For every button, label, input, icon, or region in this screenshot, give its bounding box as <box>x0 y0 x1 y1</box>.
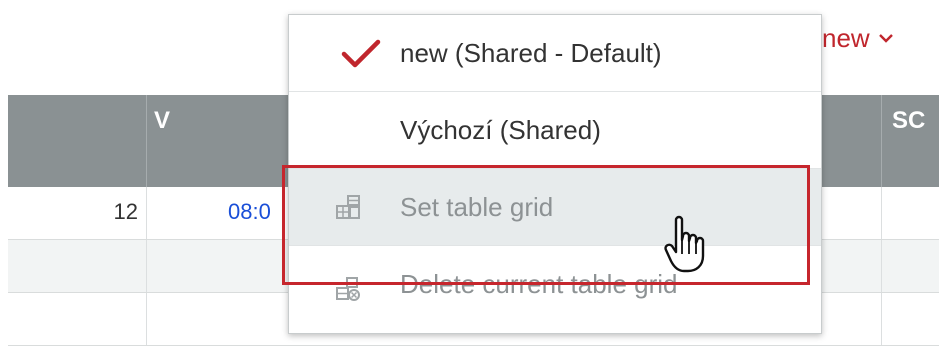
annotation-highlight-box <box>282 165 810 285</box>
menu-item-vychozi-shared[interactable]: Výchozí (Shared) <box>289 92 821 169</box>
view-selector-label: new <box>822 23 870 53</box>
column-divider <box>146 95 147 187</box>
column-header-v[interactable]: V <box>154 107 170 135</box>
cell-divider <box>146 240 147 292</box>
menu-item-label: new (Shared - Default) <box>400 37 662 68</box>
view-selector[interactable]: new <box>822 22 894 54</box>
hand-pointer-cursor-icon <box>664 215 705 273</box>
checkmark-icon <box>341 39 381 68</box>
column-header-sc[interactable]: SC <box>892 107 925 135</box>
time-cell[interactable]: 08:0 <box>228 199 271 225</box>
row-number-cell: 12 <box>113 199 138 224</box>
cell-divider <box>881 293 882 345</box>
chevron-down-icon <box>878 34 893 43</box>
cell-divider <box>146 187 147 239</box>
cell-divider <box>881 187 882 239</box>
cell-divider <box>881 240 882 292</box>
column-divider <box>881 95 882 187</box>
menu-item-label: Výchozí (Shared) <box>400 114 601 145</box>
cell-divider <box>146 293 147 345</box>
menu-item-new-shared-default[interactable]: new (Shared - Default) <box>289 15 821 92</box>
